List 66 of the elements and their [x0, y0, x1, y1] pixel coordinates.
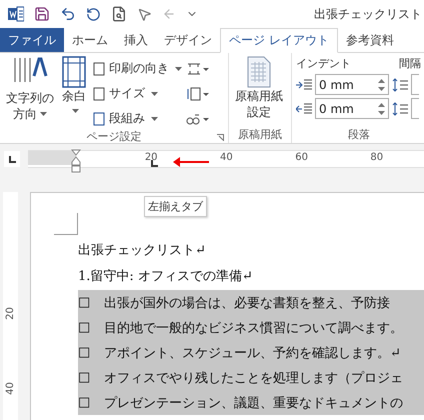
caret-icon [151, 92, 158, 96]
spin-arrows-icon[interactable] [378, 102, 385, 114]
spacing-field[interactable] [411, 74, 419, 95]
group-label: 段落 [348, 127, 370, 143]
checklist-text: オフィスでやり残したことを処理します（プロジェ [104, 370, 403, 386]
group-label: ページ設定 [86, 129, 142, 145]
spacing-field[interactable] [411, 98, 419, 119]
checklist-text: 出張が国外の場合は、必要な書類を整え、予防接 [104, 294, 390, 312]
tab-selector-button[interactable] [4, 151, 20, 167]
undo-icon[interactable] [60, 6, 76, 22]
page-icon [92, 86, 106, 100]
indent-field[interactable]: 0 mm [315, 74, 389, 95]
manuscript-page-icon [247, 56, 271, 88]
page-setup-button[interactable]: 印刷の向き [92, 58, 182, 79]
page-icon [92, 62, 106, 76]
caret-icon [175, 66, 182, 70]
left-tab-icon [8, 156, 16, 162]
text-direction-button[interactable]: 文字列の 方向 [4, 56, 56, 129]
checkbox-glyph: □ [78, 295, 92, 310]
checkbox-glyph: □ [78, 395, 92, 410]
margins-button[interactable]: 余白 [60, 56, 88, 129]
spacing-heading: 間隔 [399, 56, 421, 71]
pointer-icon[interactable] [137, 6, 152, 22]
left-tab-stop-icon[interactable] [151, 160, 158, 167]
page-icon [92, 112, 106, 126]
manuscript-settings-button[interactable]: 原稿用紙 設定 [233, 56, 285, 127]
ruler-number: 60 [295, 152, 308, 163]
crop-mark-icon [54, 213, 78, 235]
spacing-icon [392, 102, 408, 116]
indent-field[interactable]: 0 mm [315, 98, 389, 119]
checklist-text: プレゼンテーション、議題、重要なドキュメントの [104, 394, 403, 412]
indent-marker-icon[interactable] [71, 149, 81, 173]
window-title: 出張チェックリスト [314, 6, 423, 22]
dialog-launcher-icon[interactable] [217, 134, 224, 140]
checkbox-glyph: □ [78, 320, 92, 335]
ruler-number: 20 [144, 152, 158, 163]
save-icon[interactable] [34, 6, 50, 22]
indent-left-icon [296, 78, 312, 90]
page-setup-button[interactable]: サイズ [92, 83, 182, 104]
margins-icon [62, 56, 86, 88]
document-text: 1.留守中: オフィスでの準備↵ [78, 268, 254, 286]
caret-icon [40, 112, 47, 116]
checklist-text: アポイント、スケジュール、予約を確認します。↵ [104, 344, 401, 362]
page-setup-button[interactable]: 段組み [92, 108, 182, 129]
redo-icon[interactable] [86, 6, 101, 22]
caret-icon [151, 116, 158, 120]
word-app-icon[interactable] [8, 6, 24, 22]
ruler-number: 20 [5, 306, 16, 321]
checkbox-glyph: □ [78, 345, 92, 360]
caret-icon [72, 109, 79, 113]
document-text: 出張チェックリスト↵ [78, 242, 207, 260]
spacing-icon [392, 78, 408, 92]
ribbon-tab[interactable]: ページ レイアウト [220, 28, 338, 53]
indent-right-icon [296, 102, 312, 114]
file-tab[interactable]: ファイル [0, 28, 64, 52]
ruler-number: 40 [5, 381, 16, 396]
spin-arrows-icon[interactable] [378, 78, 385, 90]
indent-heading: インデント [296, 56, 351, 71]
checklist-text: 目的地で一般的なビジネス慣習について調べます。 [104, 320, 403, 336]
checkbox-glyph: □ [78, 370, 92, 385]
group-label: 原稿用紙 [238, 127, 282, 143]
print-preview-icon[interactable] [111, 6, 127, 22]
arrow-icon [173, 157, 210, 167]
ruler-number: 40 [220, 152, 233, 163]
ruler-number: 80 [370, 152, 384, 163]
tooltip: 左揃えタブ [144, 196, 207, 217]
